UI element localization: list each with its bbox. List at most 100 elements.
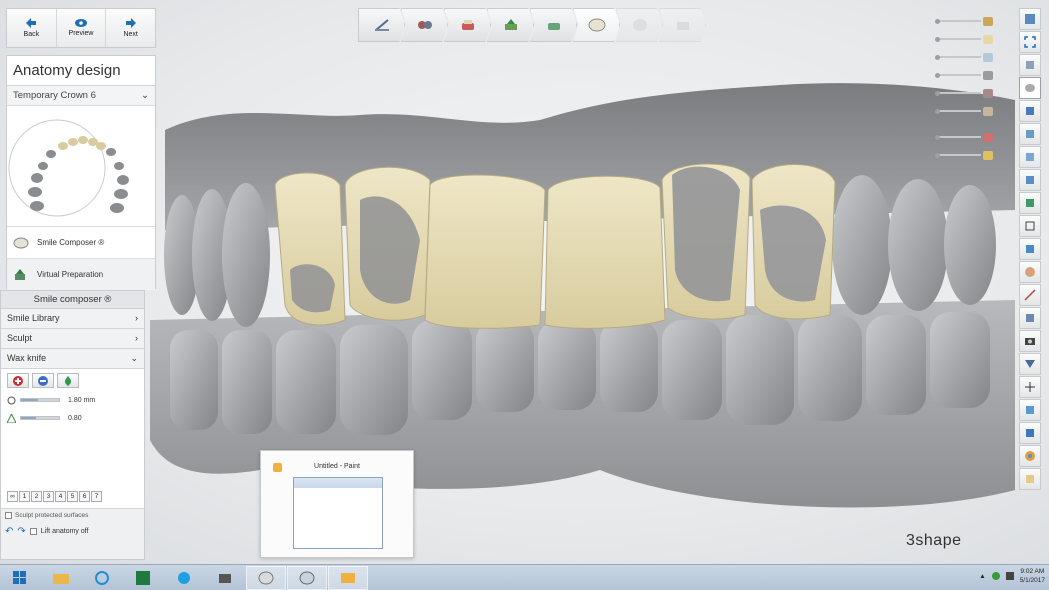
redo-icon[interactable]: ↷ <box>17 526 25 537</box>
right-toolbar <box>1019 8 1041 491</box>
color-button[interactable] <box>1019 445 1041 467</box>
workflow-step-crown[interactable] <box>444 8 491 42</box>
occlusion-button[interactable] <box>1019 353 1041 375</box>
tooth-number-button[interactable]: 1 <box>19 491 30 502</box>
view-front-icon <box>1026 107 1034 115</box>
workflow-toolbar <box>358 8 706 42</box>
smile-composer-tool[interactable]: Smile Composer ® <box>7 226 155 258</box>
shading-icon <box>1026 475 1034 483</box>
workflow-step-scan[interactable] <box>358 8 405 42</box>
tooth-number-button[interactable]: 6 <box>79 491 90 502</box>
workflow-step-preparation[interactable] <box>401 8 448 42</box>
view-back-button[interactable] <box>1019 123 1041 145</box>
chevron-down-icon: ⌄ <box>141 90 149 101</box>
tooth-number-button[interactable]: 3 <box>43 491 54 502</box>
network-icon[interactable] <box>991 572 1000 580</box>
dental-model-scene[interactable] <box>0 0 1049 564</box>
teeth-view-icon <box>1025 84 1035 92</box>
model-builder-button[interactable] <box>287 565 327 590</box>
scanner-app-button[interactable] <box>205 566 245 590</box>
virtual-preparation-tool[interactable]: Virtual Preparation <box>7 258 155 290</box>
back-button[interactable]: Back <box>7 9 57 47</box>
transform-button[interactable] <box>1019 399 1041 421</box>
view-top-button[interactable] <box>1019 192 1041 214</box>
undo-icon[interactable]: ↶ <box>5 526 13 537</box>
smooth-material-button[interactable] <box>57 373 79 388</box>
preview-button[interactable]: Preview <box>57 9 107 47</box>
tooth-number-button[interactable]: 5 <box>67 491 78 502</box>
scan-step-icon <box>374 19 389 31</box>
start-button[interactable] <box>0 566 40 590</box>
taskbar-preview[interactable]: Untitled - Paint <box>260 450 414 558</box>
model-builder-icon <box>299 571 315 584</box>
snapshot-button[interactable] <box>1019 330 1041 352</box>
scan-view-button[interactable] <box>1019 238 1041 260</box>
lift-anatomy-checkbox[interactable] <box>29 528 37 535</box>
volume-icon[interactable] <box>1005 572 1014 580</box>
view-left-button[interactable] <box>1019 146 1041 168</box>
view-left-icon <box>1026 153 1034 161</box>
clipping-slider[interactable] <box>933 146 997 164</box>
tooth-number-button[interactable]: 4 <box>55 491 66 502</box>
sculpt-section[interactable]: Sculpt › <box>1 329 144 349</box>
lift-anatomy-label: Lift anatomy off <box>40 528 89 535</box>
view-front-button[interactable] <box>1019 100 1041 122</box>
sculpt-protected-option[interactable]: Sculpt protected surfaces <box>1 509 144 522</box>
smile-library-section[interactable]: Smile Library › <box>1 309 144 329</box>
transparency-slider[interactable] <box>933 66 997 84</box>
tooth-number-button[interactable]: 7 <box>91 491 102 502</box>
next-button[interactable]: Next <box>106 9 155 47</box>
view-cube-button[interactable] <box>1019 8 1041 30</box>
drop-icon <box>64 375 72 386</box>
paint-button[interactable] <box>328 565 368 590</box>
strength-slider[interactable] <box>20 416 60 420</box>
scan-data-button[interactable] <box>1019 422 1041 444</box>
select-all-button[interactable]: ∞ <box>7 491 18 502</box>
model-view-button[interactable] <box>1019 77 1041 99</box>
skype-button[interactable] <box>164 566 204 590</box>
restoration-dropdown[interactable]: Temporary Crown 6 ⌄ <box>7 86 155 106</box>
face-button[interactable] <box>1019 261 1041 283</box>
layers-button[interactable] <box>1019 307 1041 329</box>
sculpt-protected-checkbox[interactable] <box>5 512 12 519</box>
tooth-number-button[interactable]: 2 <box>31 491 42 502</box>
transparency-slider[interactable] <box>933 48 997 66</box>
axis-button[interactable] <box>1019 376 1041 398</box>
anatomy-design-panel: Anatomy design Temporary Crown 6 ⌄ Smile… <box>6 55 156 290</box>
move-button[interactable] <box>1019 54 1041 76</box>
workflow-step-gingiva[interactable] <box>530 8 577 42</box>
measure-button[interactable] <box>1019 284 1041 306</box>
workflow-step-model[interactable] <box>487 8 534 42</box>
file-explorer-button[interactable] <box>41 566 81 590</box>
workflow-step-export[interactable] <box>659 8 706 42</box>
virtual-preparation-label: Virtual Preparation <box>37 270 104 279</box>
remove-material-button[interactable] <box>32 373 54 388</box>
wax-knife-section[interactable]: Wax knife ⌄ <box>1 349 144 369</box>
section-icon <box>1025 221 1035 231</box>
transparency-slider[interactable] <box>933 102 997 120</box>
view-right-button[interactable] <box>1019 169 1041 191</box>
workflow-step-tooth[interactable] <box>616 8 663 42</box>
section-button[interactable] <box>1019 215 1041 237</box>
clipping-slider[interactable] <box>933 128 997 146</box>
add-material-button[interactable] <box>7 373 29 388</box>
face-icon <box>1025 267 1035 277</box>
paint-icon <box>341 572 355 583</box>
clock[interactable]: 9:02 AM 5/1/2017 <box>1020 567 1045 585</box>
radius-slider[interactable] <box>20 398 60 402</box>
wax-knife-body: 1.80 mm 0.80 ∞ 1234567 <box>1 369 144 509</box>
transparency-slider[interactable] <box>933 84 997 102</box>
excel-button[interactable] <box>123 566 163 590</box>
internet-explorer-button[interactable] <box>82 566 122 590</box>
jaw-overview[interactable] <box>7 106 155 226</box>
color-wheel-icon <box>1025 451 1035 461</box>
workflow-step-anatomy[interactable] <box>573 8 620 42</box>
transparency-slider[interactable] <box>933 12 997 30</box>
dental-system-button[interactable] <box>246 565 286 590</box>
restoration-label: Temporary Crown 6 <box>13 90 96 101</box>
show-hidden-icon[interactable]: ▲ <box>979 573 985 580</box>
transparency-slider[interactable] <box>933 30 997 48</box>
shading-button[interactable] <box>1019 468 1041 490</box>
3d-viewport[interactable] <box>0 0 1049 564</box>
fit-view-button[interactable] <box>1019 31 1041 53</box>
